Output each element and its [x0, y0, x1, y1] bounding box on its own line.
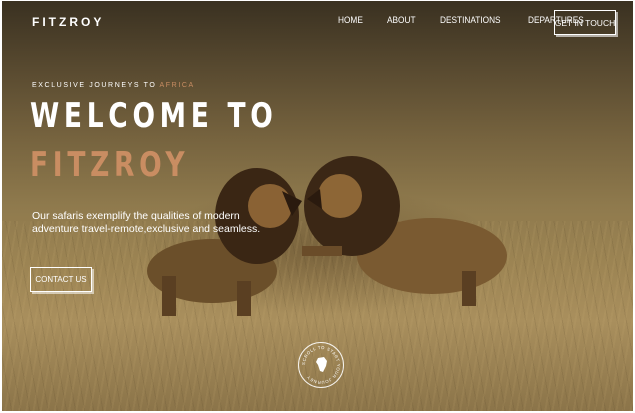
lion-image-left	[147, 168, 302, 316]
scroll-badge[interactable]: SCROLL TO START YOUR JOURNEY	[298, 342, 344, 388]
contact-us-button[interactable]: CONTACT US	[30, 267, 92, 292]
hero-eyebrow: EXCLUSIVE JOURNEYS TO AFRICA	[32, 82, 195, 89]
get-in-touch-button[interactable]: GET IN TOUCH	[554, 10, 616, 35]
hero-headline-line2: FITZROY	[30, 145, 190, 185]
hero-description: Our safaris exemplify the qualities of m…	[32, 210, 261, 235]
brand-logo[interactable]: FITZROY	[32, 15, 104, 29]
africa-map-icon	[316, 357, 327, 372]
nav-item-about[interactable]: ABOUT	[387, 15, 416, 25]
nav-item-destinations[interactable]: DESTINATIONS	[440, 15, 501, 25]
eyebrow-text: EXCLUSIVE JOURNEYS TO	[32, 82, 160, 89]
eyebrow-accent: AFRICA	[159, 82, 195, 89]
nav-item-home[interactable]: HOME	[338, 15, 363, 25]
lion-image-right	[302, 156, 507, 306]
badge-circular-text: SCROLL TO START YOUR JOURNEY	[301, 345, 341, 385]
hero-headline-line1: WELCOME TO	[30, 96, 278, 136]
hero-banner: FITZROY HOME ABOUT DESTINATIONS DEPARTUR…	[2, 1, 633, 411]
